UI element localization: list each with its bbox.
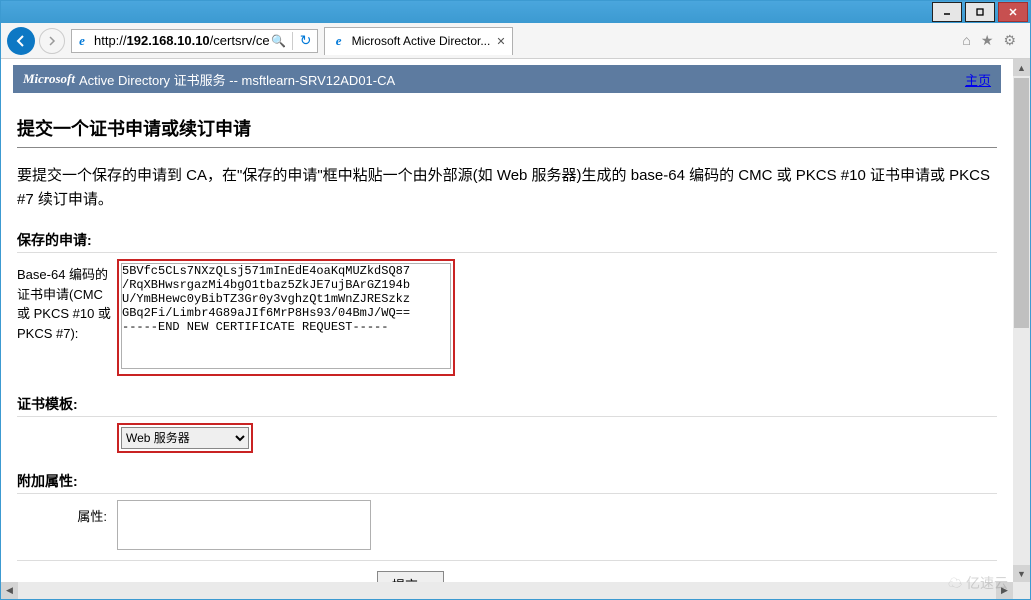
page-heading: 提交一个证书申请或续订申请 xyxy=(17,115,997,148)
scroll-down-button[interactable]: ▼ xyxy=(1013,565,1030,582)
cert-request-form: 提交一个证书申请或续订申请 要提交一个保存的申请到 CA，在"保存的申请"框中粘… xyxy=(13,93,1001,582)
attributes-side-label: 属性: xyxy=(17,500,117,525)
browser-tab[interactable]: e Microsoft Active Director... ✕ xyxy=(324,27,513,55)
forward-button[interactable] xyxy=(39,28,65,54)
scroll-track-h[interactable] xyxy=(18,582,996,599)
tab-title: Microsoft Active Director... xyxy=(352,34,491,48)
home-icon[interactable]: ⌂ xyxy=(962,32,970,49)
attributes-textarea[interactable] xyxy=(117,500,371,550)
watermark: ☁ 亿速云 xyxy=(948,573,1008,593)
scroll-thumb[interactable] xyxy=(1014,78,1029,328)
ms-logo-text: Microsoft xyxy=(23,71,75,87)
saved-request-highlight xyxy=(117,259,455,376)
scroll-corner xyxy=(1013,582,1030,599)
saved-request-side-label: Base-64 编码的证书申请(CMC 或 PKCS #10 或 PKCS #7… xyxy=(17,259,117,343)
banner-text: Active Directory 证书服务 -- msftlearn-SRV12… xyxy=(79,70,395,89)
scroll-left-button[interactable]: ◀ xyxy=(1,582,18,599)
submit-button[interactable]: 提交 > xyxy=(377,571,444,582)
attributes-label: 附加属性: xyxy=(17,471,997,494)
tab-close-icon[interactable]: ✕ xyxy=(496,35,505,48)
url-text: http://192.168.10.10/certsrv/ce xyxy=(94,33,270,48)
page-content: Microsoft Active Directory 证书服务 -- msftl… xyxy=(1,59,1013,582)
tools-icon[interactable]: ⚙ xyxy=(1003,32,1016,49)
template-highlight: Web 服务器 xyxy=(117,423,253,453)
ie-icon: e xyxy=(74,33,90,49)
vertical-scrollbar[interactable]: ▲ ▼ xyxy=(1013,59,1030,582)
window-titlebar xyxy=(1,1,1030,23)
home-link[interactable]: 主页 xyxy=(965,70,991,89)
attributes-row: 属性: xyxy=(17,500,997,550)
address-bar[interactable]: e http://192.168.10.10/certsrv/ce 🔍 ↻ xyxy=(71,29,318,53)
intro-text: 要提交一个保存的申请到 CA，在"保存的申请"框中粘贴一个由外部源(如 Web … xyxy=(17,164,997,212)
horizontal-scrollbar[interactable]: ◀ ▶ xyxy=(1,582,1013,599)
saved-request-label: 保存的申请: xyxy=(17,230,997,253)
separator xyxy=(292,32,293,50)
cert-request-textarea[interactable] xyxy=(121,263,451,369)
scroll-up-button[interactable]: ▲ xyxy=(1013,59,1030,76)
template-row: Web 服务器 xyxy=(17,423,997,453)
scroll-track[interactable] xyxy=(1013,76,1030,565)
submit-row: 提交 > xyxy=(17,560,997,582)
close-button[interactable] xyxy=(998,2,1028,22)
favorites-icon[interactable]: ★ xyxy=(981,32,994,49)
template-label: 证书模板: xyxy=(17,394,997,417)
search-icon[interactable]: 🔍 xyxy=(270,34,288,48)
refresh-icon[interactable]: ↻ xyxy=(297,32,315,49)
toolbar-right-icons: ⌂ ★ ⚙ xyxy=(962,32,1024,49)
minimize-button[interactable] xyxy=(932,2,962,22)
browser-window: e http://192.168.10.10/certsrv/ce 🔍 ↻ e … xyxy=(0,0,1031,600)
ie-tab-icon: e xyxy=(331,33,347,49)
nav-toolbar: e http://192.168.10.10/certsrv/ce 🔍 ↻ e … xyxy=(1,23,1030,59)
maximize-button[interactable] xyxy=(965,2,995,22)
ms-banner: Microsoft Active Directory 证书服务 -- msftl… xyxy=(13,65,1001,93)
saved-request-row: Base-64 编码的证书申请(CMC 或 PKCS #10 或 PKCS #7… xyxy=(17,259,997,376)
template-select[interactable]: Web 服务器 xyxy=(121,427,249,449)
back-button[interactable] xyxy=(7,27,35,55)
